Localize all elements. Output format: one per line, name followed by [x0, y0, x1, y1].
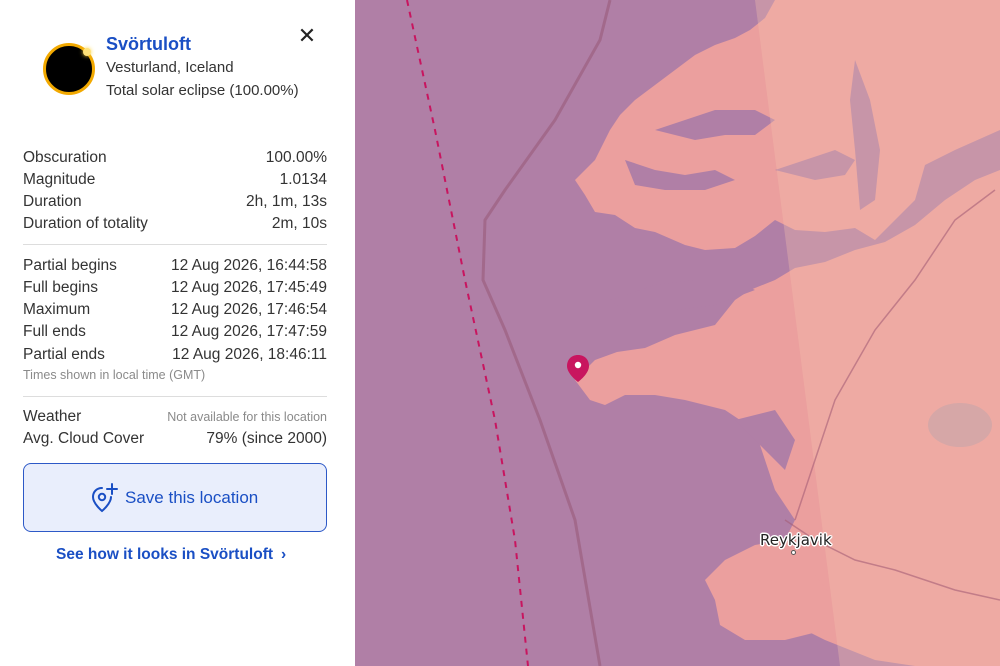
see-how-it-looks-link[interactable]: See how it looks in Svörtuloft ›: [56, 546, 286, 564]
weather-row: Weather Not available for this location: [23, 408, 327, 428]
cloud-cover-row: Avg. Cloud Cover 79% (since 2000): [23, 430, 327, 450]
time-row: Full ends 12 Aug 2026, 17:47:59: [23, 323, 327, 343]
time-label: Partial begins: [23, 257, 117, 274]
city-marker-icon: [791, 550, 796, 555]
eclipse-type: Total solar eclipse (100.00%): [106, 82, 299, 99]
divider: [23, 396, 327, 397]
time-row: Partial ends 12 Aug 2026, 18:46:11: [23, 346, 327, 366]
save-location-label: Save this location: [125, 488, 259, 507]
time-label: Partial ends: [23, 346, 105, 363]
weather-label: Weather: [23, 408, 82, 425]
stat-row: Obscuration 100.00%: [23, 149, 327, 169]
stat-value: 100.00%: [265, 149, 327, 166]
time-value: 12 Aug 2026, 17:45:49: [170, 279, 327, 296]
city-label: Reykjavik: [760, 531, 832, 549]
cloud-cover-value: 79% (since 2000): [206, 430, 327, 447]
time-label: Full ends: [23, 323, 86, 340]
time-row: Maximum 12 Aug 2026, 17:46:54: [23, 301, 327, 321]
glacier: [928, 403, 992, 447]
chevron-right-icon: ›: [281, 546, 287, 563]
stat-value: 2h, 1m, 13s: [246, 193, 327, 210]
time-value: 12 Aug 2026, 16:44:58: [170, 257, 327, 274]
cloud-cover-label: Avg. Cloud Cover: [23, 430, 145, 447]
location-region: Vesturland, Iceland: [106, 59, 234, 76]
stat-row: Duration of totality 2m, 10s: [23, 215, 327, 235]
stat-label: Magnitude: [23, 171, 96, 188]
stat-label: Duration: [23, 193, 82, 210]
map-canvas[interactable]: [355, 0, 1000, 666]
map-pin-plus-icon: [91, 483, 118, 513]
stat-row: Duration 2h, 1m, 13s: [23, 193, 327, 213]
weather-value: Not available for this location: [167, 410, 327, 424]
time-row: Full begins 12 Aug 2026, 17:45:49: [23, 279, 327, 299]
stat-value: 1.0134: [279, 171, 327, 188]
eclipse-icon: [43, 43, 95, 95]
stat-label: Obscuration: [23, 149, 107, 166]
stat-value: 2m, 10s: [271, 215, 327, 232]
time-label: Full begins: [23, 279, 98, 296]
map-view[interactable]: Reykjavik: [355, 0, 1000, 666]
timezone-note: Times shown in local time (GMT): [23, 368, 206, 382]
time-value: 12 Aug 2026, 18:46:11: [172, 346, 327, 363]
time-value: 12 Aug 2026, 17:47:59: [170, 323, 327, 340]
diamond-ring-icon: [83, 48, 91, 56]
close-icon: ✕: [297, 23, 317, 48]
stat-label: Duration of totality: [23, 215, 148, 232]
time-value: 12 Aug 2026, 17:46:54: [170, 301, 327, 318]
time-label: Maximum: [23, 301, 91, 318]
close-button[interactable]: ✕: [296, 23, 318, 48]
save-location-button[interactable]: Save this location: [23, 463, 327, 532]
time-row: Partial begins 12 Aug 2026, 16:44:58: [23, 257, 327, 277]
stat-row: Magnitude 1.0134: [23, 171, 327, 191]
divider: [23, 244, 327, 245]
see-link-label: See how it looks in Svörtuloft: [56, 546, 274, 563]
location-title: Svörtuloft: [106, 34, 191, 54]
location-panel: Svörtuloft Vesturland, Iceland Total sol…: [0, 0, 355, 666]
